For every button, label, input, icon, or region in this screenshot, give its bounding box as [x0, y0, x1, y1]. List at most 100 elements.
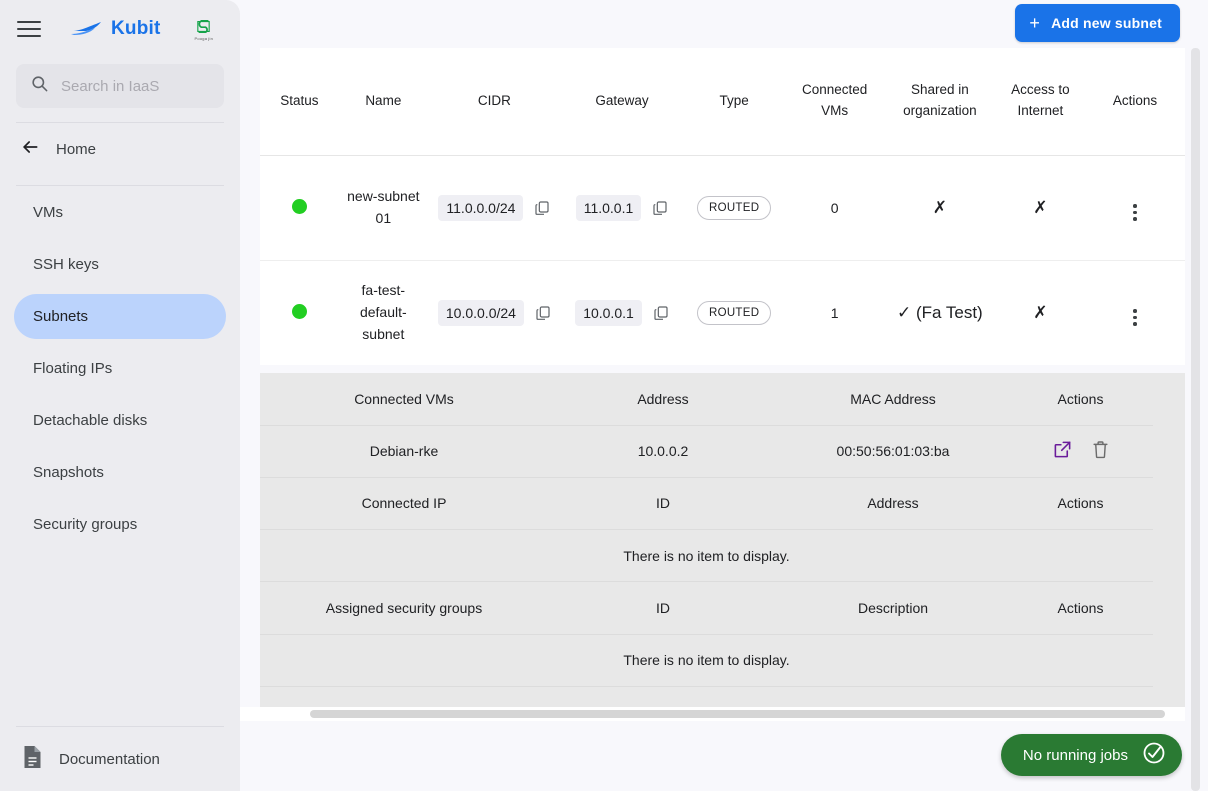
- status-indicator-icon: [291, 303, 307, 319]
- cell-connected-vms: 0: [830, 199, 839, 216]
- external-link-icon[interactable]: [1053, 440, 1072, 462]
- copy-icon[interactable]: [535, 305, 551, 321]
- detail-panel-footer-spacer: [260, 686, 1185, 709]
- column-header-connected-vms: Connected VMs: [354, 390, 454, 407]
- sidebar-item-subnets-label: Subnets: [33, 308, 89, 325]
- column-header-shared: Shared in organization: [903, 82, 977, 119]
- status-indicator-icon: [291, 198, 307, 214]
- security-groups-header-row: Assigned security groups ID Description …: [260, 582, 1153, 634]
- cidr-value: 10.0.0.0/24: [437, 299, 524, 326]
- column-header-internet: Access to Internet: [1011, 82, 1070, 119]
- table-row[interactable]: fa-test-default-subnet 10.0.0.0/24 10.0.…: [260, 260, 1185, 365]
- add-new-subnet-label: Add new subnet: [1051, 15, 1162, 31]
- brand-logo[interactable]: Kubit: [70, 18, 161, 41]
- sidebar-item-security-groups[interactable]: Security groups: [14, 502, 226, 547]
- document-icon: [22, 745, 43, 774]
- vm-address: 10.0.0.2: [637, 443, 689, 459]
- empty-message: There is no item to display.: [623, 547, 790, 564]
- sidebar-divider-top: [16, 122, 224, 123]
- delete-icon[interactable]: [1092, 440, 1109, 462]
- column-header-id: ID: [656, 599, 670, 616]
- cell-cidr: 10.0.0.0/24: [428, 260, 561, 365]
- column-header-address: Address: [867, 495, 919, 512]
- connected-ip-table: Connected IP ID Address Actions There is…: [260, 478, 1153, 583]
- row-actions-menu-icon[interactable]: [1133, 309, 1137, 326]
- search-box[interactable]: [16, 64, 224, 108]
- empty-message: There is no item to display.: [623, 652, 790, 668]
- sidebar-item-snapshots[interactable]: Snapshots: [14, 450, 226, 495]
- add-new-subnet-button[interactable]: + Add new subnet: [1015, 4, 1180, 42]
- connected-vms-header-row: Connected VMs Address MAC Address Action…: [260, 373, 1153, 425]
- cell-status: [260, 155, 339, 260]
- sidebar-item-home-label: Home: [56, 140, 97, 158]
- internet-mark: ✗: [1033, 197, 1048, 217]
- check-circle-icon: [1142, 741, 1166, 769]
- cell-type: ROUTED: [683, 260, 785, 365]
- column-header-actions: Actions: [1112, 92, 1158, 108]
- column-header-name: Name: [365, 92, 402, 108]
- cell-gateway: 10.0.0.1: [561, 260, 683, 365]
- column-header-connected-ip: Connected IP: [361, 495, 447, 512]
- column-header-assigned-security-groups: Assigned security groups: [325, 599, 483, 616]
- cell-status: [260, 260, 339, 365]
- cell-internet: ✗: [996, 155, 1085, 260]
- column-header-address: Address: [637, 390, 689, 407]
- sidebar: Kubit Pooga jin Search in IaaS Home VMs …: [0, 0, 240, 791]
- sidebar-header: Kubit Pooga jin: [0, 0, 240, 58]
- plus-icon: +: [1029, 13, 1041, 33]
- status-badge[interactable]: No running jobs: [1000, 734, 1182, 776]
- search-icon: [30, 74, 49, 98]
- sidebar-item-detachable-disks-label: Detachable disks: [33, 412, 148, 429]
- cell-actions: [1085, 155, 1185, 260]
- partner-logo: Pooga jin: [195, 18, 213, 41]
- column-header-connected-vms: Connected VMs: [801, 82, 868, 119]
- partner-subtitle: Pooga jin: [194, 35, 214, 41]
- shared-mark: ✗: [932, 197, 947, 217]
- sidebar-item-floating-ips[interactable]: Floating IPs: [14, 346, 226, 391]
- horizontal-scrollbar[interactable]: [240, 707, 1185, 721]
- cell-cidr: 11.0.0.0/24: [428, 155, 561, 260]
- cell-type: ROUTED: [683, 155, 785, 260]
- cell-shared: ✗: [884, 155, 996, 260]
- app-root: Kubit Pooga jin Search in IaaS Home VMs …: [0, 0, 1208, 791]
- vm-actions: [1008, 425, 1153, 477]
- subnets-table-panel: Status Name CIDR Gateway Type Connected …: [260, 48, 1185, 365]
- copy-icon[interactable]: [534, 200, 550, 216]
- sidebar-item-documentation[interactable]: Documentation: [0, 727, 240, 791]
- cell-name: fa-test-default-subnet: [339, 260, 428, 365]
- connected-vm-row[interactable]: Debian-rke 10.0.0.2 00:50:56:01:03:ba: [260, 425, 1153, 477]
- vm-name: Debian-rke: [369, 443, 439, 459]
- sidebar-item-home[interactable]: Home: [0, 127, 240, 171]
- boat-logo-icon: [70, 18, 104, 41]
- column-header-actions: Actions: [1057, 390, 1104, 407]
- sidebar-item-security-groups-label: Security groups: [33, 516, 138, 533]
- subnet-name: new-subnet 01: [347, 187, 420, 226]
- vertical-scrollbar[interactable]: [1191, 48, 1200, 791]
- sidebar-footer: Documentation: [0, 712, 240, 791]
- sidebar-divider-nav: [16, 185, 224, 186]
- hamburger-menu-icon[interactable]: [14, 14, 44, 44]
- sidebar-item-vms[interactable]: VMs: [14, 190, 226, 235]
- subnets-table-head: Status Name CIDR Gateway Type Connected …: [260, 48, 1185, 155]
- subnet-name: fa-test-default-subnet: [359, 282, 407, 342]
- subnets-table: Status Name CIDR Gateway Type Connected …: [260, 48, 1185, 365]
- sidebar-item-subnets[interactable]: Subnets: [14, 294, 226, 339]
- column-header-status: Status: [280, 92, 319, 108]
- copy-icon[interactable]: [652, 200, 668, 216]
- column-header-mac-address: MAC Address: [850, 390, 936, 407]
- arrow-left-icon: [20, 137, 40, 162]
- connected-ip-header-row: Connected IP ID Address Actions: [260, 478, 1153, 530]
- search-input[interactable]: [61, 77, 210, 95]
- column-header-actions: Actions: [1057, 599, 1104, 616]
- copy-icon[interactable]: [653, 305, 669, 321]
- table-row[interactable]: new-subnet 01 11.0.0.0/24 11.0.0.1 ROUTE…: [260, 155, 1185, 260]
- sidebar-item-vms-label: VMs: [33, 204, 63, 221]
- sidebar-item-detachable-disks[interactable]: Detachable disks: [14, 398, 226, 443]
- subnets-table-body: new-subnet 01 11.0.0.0/24 11.0.0.1 ROUTE…: [260, 155, 1185, 365]
- cidr-value: 11.0.0.0/24: [438, 194, 524, 221]
- row-actions-menu-icon[interactable]: [1133, 204, 1137, 221]
- cell-connected-vms: 1: [830, 304, 839, 321]
- sidebar-item-ssh-keys[interactable]: SSH keys: [14, 242, 226, 287]
- connected-ip-empty-row: There is no item to display.: [260, 530, 1153, 582]
- horizontal-scrollbar-thumb[interactable]: [310, 710, 1165, 718]
